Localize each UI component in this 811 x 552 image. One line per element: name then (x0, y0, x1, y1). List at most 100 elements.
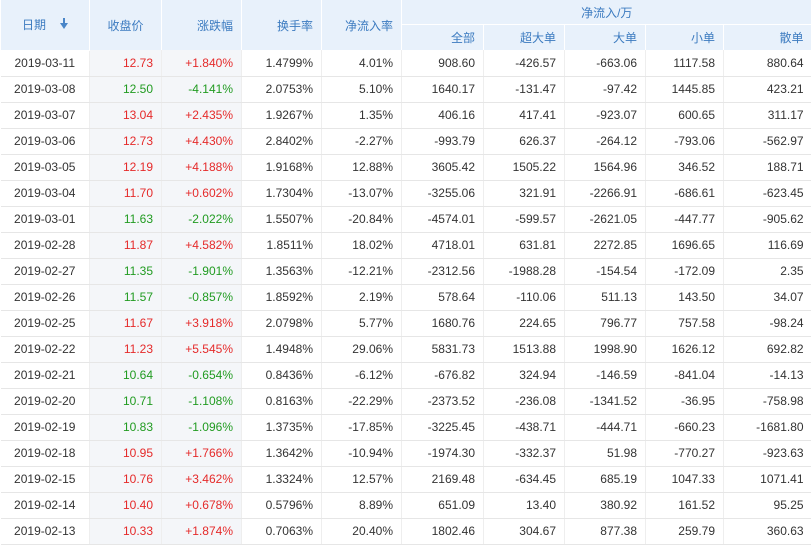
cell-small: -660.23 (645, 414, 724, 441)
table-row[interactable]: 2019-03-11 12.73 +1.840% 1.4799% 4.01% 908.60… (0, 50, 811, 77)
cell-change: -1.108% (161, 388, 242, 415)
cell-change: -0.654% (161, 362, 242, 389)
cell-date: 2019-02-18 (0, 440, 90, 467)
table-row[interactable]: 2019-02-18 10.95 +1.766% 1.3642% -10.94% -197… (0, 440, 811, 467)
table-row[interactable]: 2019-02-21 10.64 -0.654% 0.8436% -6.12% -676.… (0, 362, 811, 389)
header-turnover[interactable]: 换手率 (241, 0, 322, 50)
cell-super-large: 321.91 (483, 180, 565, 207)
cell-all: 4718.01 (401, 232, 484, 259)
table-row[interactable]: 2019-02-28 11.87 +4.582% 1.8511% 18.02% 4718.… (0, 232, 811, 259)
header-all[interactable]: 全部 (401, 24, 484, 50)
fund-flow-table: 日期 收盘价 涨跌幅 换手率 净流入率 净流入/万 全部 超大单 大单 小单 散… (0, 0, 811, 545)
cell-net-ratio: -13.07% (321, 180, 402, 207)
cell-turnover: 1.7304% (241, 180, 322, 207)
cell-turnover: 1.3642% (241, 440, 322, 467)
header-close[interactable]: 收盘价 (89, 0, 162, 50)
cell-small: -841.04 (645, 362, 724, 389)
cell-large: 51.98 (564, 440, 646, 467)
table-row[interactable]: 2019-03-05 12.19 +4.188% 1.9168% 12.88% 3605.… (0, 154, 811, 181)
cell-small: 1047.33 (645, 466, 724, 493)
cell-date: 2019-03-01 (0, 206, 90, 233)
cell-change: +4.188% (161, 154, 242, 181)
cell-super-large: 1505.22 (483, 154, 565, 181)
cell-change: +1.874% (161, 518, 242, 545)
sort-arrow-down-icon[interactable] (60, 18, 68, 30)
cell-small: 757.58 (645, 310, 724, 337)
header-large[interactable]: 大单 (564, 24, 646, 50)
cell-date: 2019-03-04 (0, 180, 90, 207)
header-super-large[interactable]: 超大单 (483, 24, 565, 50)
header-date[interactable]: 日期 (0, 0, 90, 51)
cell-close: 11.35 (89, 258, 162, 285)
cell-all: 406.16 (401, 102, 484, 129)
cell-net-ratio: 1.35% (321, 102, 402, 129)
cell-close: 12.19 (89, 154, 162, 181)
table-row[interactable]: 2019-03-07 13.04 +2.435% 1.9267% 1.35% 406.16… (0, 102, 811, 129)
cell-turnover: 2.0798% (241, 310, 322, 337)
cell-turnover: 1.9168% (241, 154, 322, 181)
table-row[interactable]: 2019-02-27 11.35 -1.901% 1.3563% -12.21% -231… (0, 258, 811, 285)
header-date-label: 日期 (21, 18, 46, 33)
cell-turnover: 1.3324% (241, 466, 322, 493)
cell-retail: 188.71 (722, 154, 811, 181)
cell-turnover: 1.8592% (241, 284, 322, 311)
cell-net-ratio: -12.21% (321, 258, 402, 285)
cell-change: -1.901% (161, 258, 242, 285)
cell-super-large: -110.06 (483, 284, 565, 311)
cell-all: 2169.48 (401, 466, 484, 493)
cell-all: 1680.76 (401, 310, 484, 337)
cell-close: 11.67 (89, 310, 162, 337)
table-row[interactable]: 2019-02-15 10.76 +3.462% 1.3324% 12.57% 2169.… (0, 466, 811, 493)
table-row[interactable]: 2019-03-08 12.50 -4.141% 2.0753% 5.10% 1640.1… (0, 76, 811, 103)
cell-large: -1341.52 (564, 388, 646, 415)
table-row[interactable]: 2019-02-14 10.40 +0.678% 0.5796% 8.89% 651.09… (0, 492, 811, 519)
table-row[interactable]: 2019-03-06 12.73 +4.430% 2.8402% -2.27% -993.… (0, 128, 811, 155)
cell-large: 796.77 (564, 310, 646, 337)
cell-retail: 423.21 (722, 76, 811, 103)
cell-close: 10.64 (89, 362, 162, 389)
cell-date: 2019-02-26 (0, 284, 90, 311)
cell-large: 1998.90 (564, 336, 646, 363)
cell-retail: 2.35 (722, 258, 811, 285)
cell-close: 12.73 (89, 128, 162, 155)
table-body: 2019-03-11 12.73 +1.840% 1.4799% 4.01% 908.60… (0, 50, 811, 545)
cell-all: -3225.45 (401, 414, 484, 441)
header-change[interactable]: 涨跌幅 (161, 0, 242, 50)
cell-small: 259.79 (645, 518, 724, 545)
cell-close: 12.50 (89, 76, 162, 103)
table-row[interactable]: 2019-02-26 11.57 -0.857% 1.8592% 2.19% 578.64… (0, 284, 811, 311)
cell-retail: -923.63 (722, 440, 811, 467)
table-row[interactable]: 2019-03-01 11.63 -2.022% 1.5507% -20.84% -457… (0, 206, 811, 233)
cell-all: -676.82 (401, 362, 484, 389)
cell-change: +1.840% (161, 50, 242, 77)
cell-close: 11.57 (89, 284, 162, 311)
table-row[interactable]: 2019-02-13 10.33 +1.874% 0.7063% 20.40% 1802.… (0, 518, 811, 545)
cell-all: -4574.01 (401, 206, 484, 233)
cell-change: +5.545% (161, 336, 242, 363)
table-row[interactable]: 2019-02-19 10.83 -1.096% 1.3735% -17.85% -322… (0, 414, 811, 441)
cell-date: 2019-03-05 (0, 154, 90, 181)
table-row[interactable]: 2019-03-04 11.70 +0.602% 1.7304% -13.07% -325… (0, 180, 811, 207)
table-row[interactable]: 2019-02-20 10.71 -1.108% 0.8163% -22.29% -237… (0, 388, 811, 415)
cell-large: -264.12 (564, 128, 646, 155)
cell-close: 11.23 (89, 336, 162, 363)
cell-large: 1564.96 (564, 154, 646, 181)
cell-change: +4.582% (161, 232, 242, 259)
cell-change: +3.462% (161, 466, 242, 493)
cell-close: 10.83 (89, 414, 162, 441)
header-net-ratio[interactable]: 净流入率 (321, 0, 402, 50)
cell-date: 2019-03-08 (0, 76, 90, 103)
cell-small: 161.52 (645, 492, 724, 519)
table-row[interactable]: 2019-02-25 11.67 +3.918% 2.0798% 5.77% 1680.7… (0, 310, 811, 337)
cell-all: -993.79 (401, 128, 484, 155)
header-small[interactable]: 小单 (645, 24, 724, 50)
cell-small: 143.50 (645, 284, 724, 311)
table-row[interactable]: 2019-02-22 11.23 +5.545% 1.4948% 29.06% 5831.… (0, 336, 811, 363)
cell-turnover: 1.4948% (241, 336, 322, 363)
cell-retail: -14.13 (722, 362, 811, 389)
cell-date: 2019-02-20 (0, 388, 90, 415)
cell-retail: -98.24 (722, 310, 811, 337)
header-retail[interactable]: 散单 (722, 24, 811, 50)
cell-change: +0.678% (161, 492, 242, 519)
cell-small: -686.61 (645, 180, 724, 207)
